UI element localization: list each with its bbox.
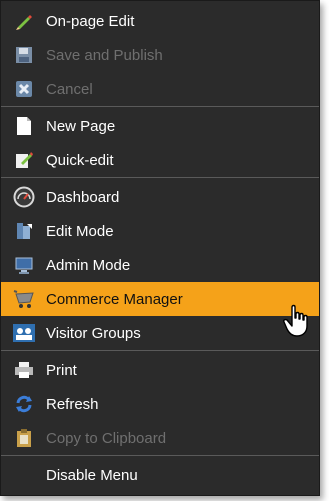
menu-group-edit: On-page Edit Save and Publish Cancel [1, 1, 319, 106]
menu-item-on-page-edit[interactable]: On-page Edit [1, 4, 319, 38]
menu-item-refresh[interactable]: Refresh [1, 387, 319, 421]
menu-item-label: Admin Mode [46, 256, 131, 274]
menu-item-disable-menu[interactable]: Disable Menu [1, 458, 319, 492]
people-icon [13, 322, 35, 344]
menu-item-dashboard[interactable]: Dashboard [1, 180, 319, 214]
menu-item-label: Save and Publish [46, 46, 163, 64]
menu-item-admin-mode[interactable]: Admin Mode [1, 248, 319, 282]
document-icon [13, 115, 35, 137]
menu-group-disable: Disable Menu [1, 456, 319, 492]
cart-icon [13, 288, 35, 310]
menu-item-label: Visitor Groups [46, 324, 141, 342]
menu-item-label: Edit Mode [46, 222, 114, 240]
menu-item-new-page[interactable]: New Page [1, 109, 319, 143]
save-publish-icon [13, 44, 35, 66]
menu-item-label: Disable Menu [46, 466, 138, 484]
menu-item-label: On-page Edit [46, 12, 135, 30]
menu-item-label: Copy to Clipboard [46, 429, 167, 447]
menu-item-copy-to-clipboard: Copy to Clipboard [1, 421, 319, 455]
menu-item-commerce-manager[interactable]: Commerce Manager [1, 282, 319, 316]
menu-item-label: Print [46, 361, 77, 379]
menu-item-visitor-groups[interactable]: Visitor Groups [1, 316, 319, 350]
menu-item-label: New Page [46, 117, 116, 135]
menu-item-print[interactable]: Print [1, 353, 319, 387]
edit-mode-icon [13, 220, 35, 242]
menu-item-label: Dashboard [46, 188, 120, 206]
menu-item-edit-mode[interactable]: Edit Mode [1, 214, 319, 248]
menu-group-utilities: Print Refresh Copy to Clipboard [1, 351, 319, 455]
menu-item-quick-edit[interactable]: Quick-edit [1, 143, 319, 177]
hand-cursor-icon [283, 304, 308, 337]
quick-edit-icon [13, 149, 35, 171]
clipboard-icon [13, 427, 35, 449]
refresh-icon [13, 393, 35, 415]
menu-group-page: New Page Quick-edit [1, 107, 319, 177]
menu-item-label: Cancel [46, 80, 93, 98]
menu-item-save-and-publish: Save and Publish [1, 38, 319, 72]
monitor-icon [13, 254, 35, 276]
menu-item-label: Refresh [46, 395, 99, 413]
menu-item-label: Commerce Manager [46, 290, 183, 308]
menu-item-label: Quick-edit [46, 151, 114, 169]
printer-icon [13, 359, 35, 381]
gauge-icon [13, 186, 35, 208]
pencil-icon [13, 10, 35, 32]
cancel-x-icon [13, 78, 35, 100]
menu-group-modes: Dashboard Edit Mode Admin Mode Commerce … [1, 178, 319, 350]
menu-item-cancel: Cancel [1, 72, 319, 106]
context-menu: On-page Edit Save and Publish Cancel New… [0, 0, 320, 496]
